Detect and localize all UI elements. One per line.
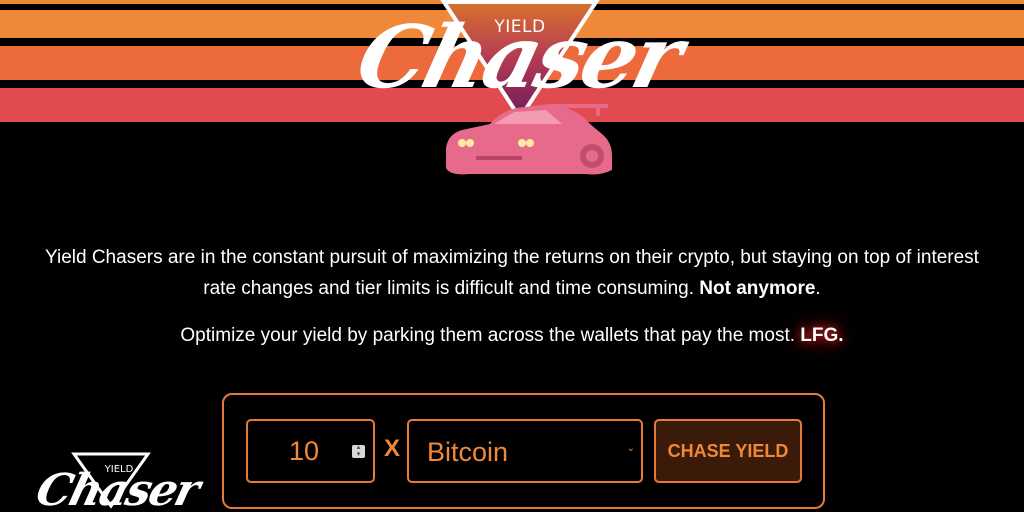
tagline-text: Optimize your yield by parking them acro… [180, 325, 801, 346]
page: YIELD Chaser Yield Chasers are in the co… [0, 0, 1024, 512]
coin-selected-value: Bitcoin [427, 437, 509, 467]
chase-yield-button[interactable]: CHASE YIELD [654, 419, 802, 483]
tagline-paragraph: Optimize your yield by parking them acro… [40, 320, 984, 351]
coin-select[interactable]: Bitcoin ⌄ [407, 419, 643, 483]
quantity-value: 10 [288, 436, 320, 466]
spinner-icon[interactable]: ▴ ▾ [352, 444, 365, 458]
intro-paragraph: Yield Chasers are in the constant pursui… [40, 242, 984, 304]
intro-text: Yield Chasers are in the constant pursui… [45, 247, 979, 299]
intro-period: . [815, 278, 821, 299]
quantity-input[interactable]: 10 ▴ ▾ [246, 419, 375, 483]
logo-script-text: Chaser [347, 7, 690, 108]
mini-yield-chaser-logo: YIELD Chaser [30, 446, 203, 512]
chevron-down-icon: ⌄ [626, 443, 635, 454]
intro-emphasis: Not anymore [699, 278, 816, 299]
multiply-symbol: X [383, 435, 400, 462]
mini-logo-script-text: Chaser [31, 465, 204, 512]
yield-chaser-logo: YIELD Chaser [348, 0, 690, 185]
lfg-emphasis: LFG. [800, 325, 844, 346]
